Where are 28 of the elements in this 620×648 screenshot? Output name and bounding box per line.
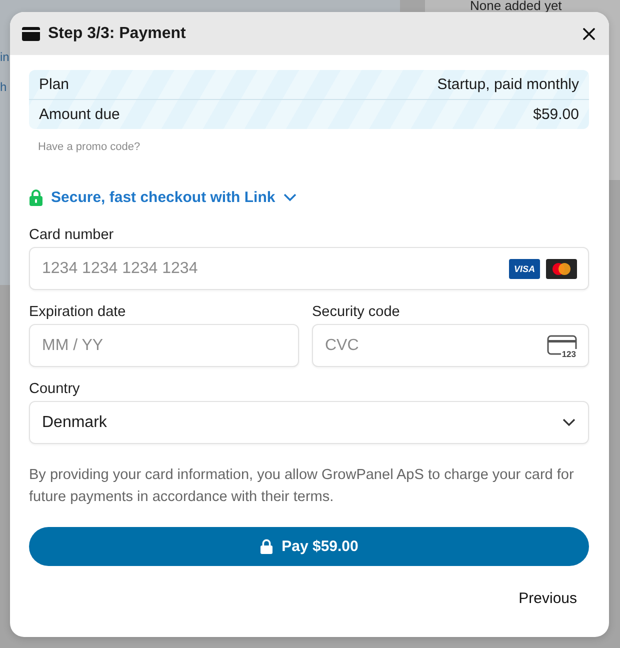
visa-logo: VISA <box>509 258 540 278</box>
link-text: in <box>0 50 10 64</box>
field-label: Security code <box>312 303 401 321</box>
country-select[interactable]: Denmark <box>29 401 589 444</box>
lock-icon <box>29 188 43 206</box>
pay-button[interactable]: Pay $59.00 <box>29 527 589 566</box>
summary-label: Plan <box>39 76 70 93</box>
expiration-field[interactable]: MM / YY <box>29 324 299 367</box>
field-label: Expiration date <box>29 303 127 321</box>
previous-button[interactable]: Previous <box>506 588 589 609</box>
empty-state-text: None added yet <box>470 0 562 12</box>
lock-icon <box>260 539 273 554</box>
chevron-down-icon <box>283 192 298 202</box>
field-label: Country <box>29 380 81 398</box>
close-icon[interactable] <box>581 26 597 42</box>
field-label: Card number <box>29 226 115 244</box>
chevron-down-icon <box>562 418 576 427</box>
summary-label: Amount due <box>39 106 120 123</box>
link-text: h <box>0 80 7 94</box>
checkout-link[interactable]: Secure, fast checkout with Link <box>29 187 298 207</box>
mastercard-logo <box>546 258 577 278</box>
card-back-icon: 123 <box>545 334 577 356</box>
dialog-title: Step 3/3: Payment <box>48 24 187 42</box>
summary-value: $59.00 <box>533 106 579 123</box>
promo-code-link[interactable]: Have a promo code? <box>38 140 589 154</box>
credit-card-icon <box>22 26 40 40</box>
summary-value: Startup, paid monthly <box>437 76 579 93</box>
terms-text: By providing your card information, you allow GrowPanel ApS to charge your card for future payments in accordance with their terms. <box>29 466 575 507</box>
